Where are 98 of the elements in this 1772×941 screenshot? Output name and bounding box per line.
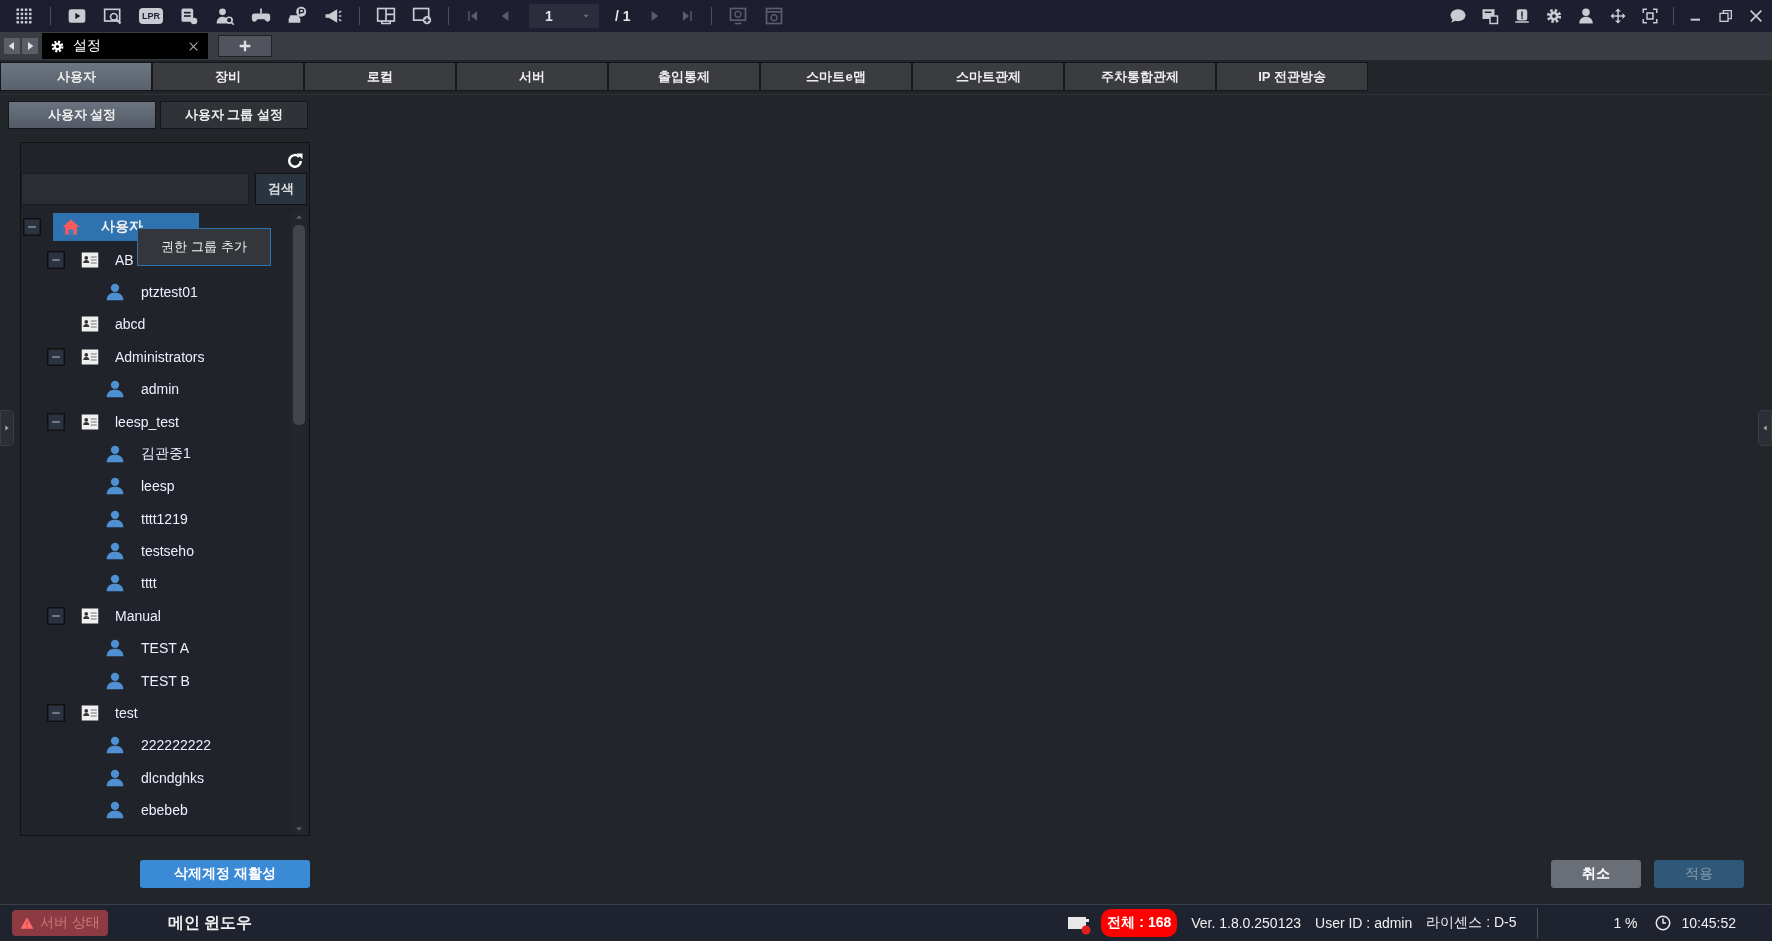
tab[interactable]: 출입통제 <box>608 62 760 91</box>
monitor-refresh-icon[interactable] <box>727 6 748 26</box>
tree-item[interactable]: 김관중1 <box>135 444 191 463</box>
tree-item[interactable]: abcd <box>109 316 146 333</box>
tree-item[interactable]: tttt1219 <box>135 510 188 527</box>
move-icon[interactable] <box>1609 7 1627 25</box>
collapse-icon[interactable] <box>47 704 65 723</box>
settings-icon[interactable] <box>1545 7 1563 25</box>
person-icon <box>105 767 125 788</box>
plus-icon[interactable] <box>237 38 253 54</box>
tree-item[interactable]: testseho <box>135 543 194 560</box>
collapse-icon[interactable] <box>47 250 65 269</box>
search-button[interactable]: 검색 <box>255 173 307 205</box>
person-icon <box>105 508 125 529</box>
tree-item[interactable]: ebebeb <box>135 802 188 819</box>
scrollbar-thumb[interactable] <box>293 225 305 425</box>
close-icon[interactable] <box>1748 8 1764 24</box>
settings-icon <box>50 38 65 54</box>
tab[interactable]: 주차통합관제 <box>1064 62 1216 91</box>
cancel-button[interactable]: 취소 <box>1551 860 1641 888</box>
tree-item[interactable]: leesp_test <box>109 413 179 430</box>
tree-item[interactable]: Manual <box>109 607 161 624</box>
license-text: 라이센스 : D-5 <box>1426 914 1517 932</box>
house-icon <box>61 217 81 238</box>
tab[interactable]: 사용자 <box>0 62 152 91</box>
document-tab[interactable]: 설정 <box>42 33 208 59</box>
panel-toggle[interactable] <box>0 410 14 446</box>
refresh-icon[interactable] <box>285 151 305 171</box>
tab[interactable]: 스마트관제 <box>912 62 1064 91</box>
restore-icon[interactable] <box>1718 8 1734 24</box>
person-icon <box>105 800 125 821</box>
person-icon <box>105 443 125 464</box>
tree-item[interactable]: dlcndghks <box>135 769 205 786</box>
play-icon[interactable] <box>67 6 87 26</box>
person-icon <box>105 379 125 400</box>
page-dropdown[interactable]: 1 <box>529 4 599 28</box>
layout-icon[interactable] <box>376 6 396 26</box>
warning-icon <box>20 916 34 930</box>
user-icon[interactable] <box>1577 7 1595 25</box>
window-refresh-icon[interactable] <box>763 6 784 26</box>
tree-item[interactable]: TEST A <box>135 640 189 657</box>
restore-accounts-button[interactable]: 삭제계정 재활성 <box>140 860 310 888</box>
chat-icon[interactable] <box>1449 7 1467 25</box>
scroll-right-icon[interactable] <box>22 38 38 54</box>
page-total: / 1 <box>615 8 631 24</box>
person-icon <box>105 281 125 302</box>
tab[interactable]: 장비 <box>152 62 304 91</box>
tree-item[interactable]: leesp <box>135 478 175 495</box>
clock-time: 10:45:52 <box>1681 915 1736 931</box>
panel-toggle[interactable] <box>1758 410 1772 446</box>
person-icon <box>105 541 125 562</box>
add-screen-icon[interactable] <box>412 6 432 26</box>
person-search-icon[interactable] <box>215 6 235 26</box>
tree-item[interactable]: Administrators <box>109 348 205 365</box>
version-text: Ver. 1.8.0.250123 <box>1191 915 1301 931</box>
contact-card-icon <box>81 704 99 723</box>
cpu-usage: 1 % <box>1613 915 1638 931</box>
tree-item[interactable]: TEST B <box>135 672 190 689</box>
card-search-icon[interactable] <box>179 6 199 26</box>
lpr-icon[interactable]: LPR <box>139 8 163 24</box>
collapse-icon[interactable] <box>47 412 65 431</box>
contact-card-icon <box>81 315 99 334</box>
scroll-left-icon[interactable] <box>4 38 20 54</box>
tree-item[interactable]: test <box>109 705 138 722</box>
tree-item[interactable]: ptztest01 <box>135 283 198 300</box>
person-icon <box>105 476 125 497</box>
contact-card-icon <box>81 606 99 625</box>
tab[interactable]: 로컬 <box>304 62 456 91</box>
user-id-text: User ID : admin <box>1315 915 1413 931</box>
tree-item[interactable]: admin <box>135 381 180 398</box>
collapse-icon[interactable] <box>47 347 65 366</box>
clock-icon <box>1653 914 1672 932</box>
new-tab-button[interactable] <box>218 35 272 57</box>
tab[interactable]: 사용자 설정 <box>8 101 156 129</box>
fullscreen-icon[interactable] <box>1641 7 1659 25</box>
collapse-icon[interactable] <box>23 218 41 237</box>
person-icon <box>105 670 125 691</box>
grid-menu-icon[interactable] <box>14 6 34 26</box>
search-field[interactable] <box>21 173 249 205</box>
collapse-icon[interactable] <box>47 606 65 625</box>
contact-card-icon <box>81 412 99 431</box>
tab[interactable]: 서버 <box>456 62 608 91</box>
alert-icon[interactable] <box>1513 7 1531 25</box>
person-icon <box>105 638 125 659</box>
tree-item[interactable]: AB <box>109 251 134 268</box>
contact-card-icon <box>81 347 99 366</box>
tree-item[interactable]: 222222222 <box>135 737 212 754</box>
person-icon <box>105 573 125 594</box>
parking-car-icon[interactable] <box>287 6 307 26</box>
contact-card-icon <box>81 250 99 269</box>
window-name: 메인 윈도우 <box>167 912 253 933</box>
tab[interactable]: 사용자 그룹 설정 <box>160 101 308 129</box>
person-icon <box>105 735 125 756</box>
tree-item[interactable]: tttt <box>135 575 157 592</box>
tab[interactable]: 스마트e맵 <box>760 62 912 91</box>
camera-search-icon[interactable] <box>103 6 123 26</box>
total-count-badge: 전체 : 168 <box>1101 909 1178 937</box>
tab[interactable]: IP 전관방송 <box>1216 62 1368 91</box>
